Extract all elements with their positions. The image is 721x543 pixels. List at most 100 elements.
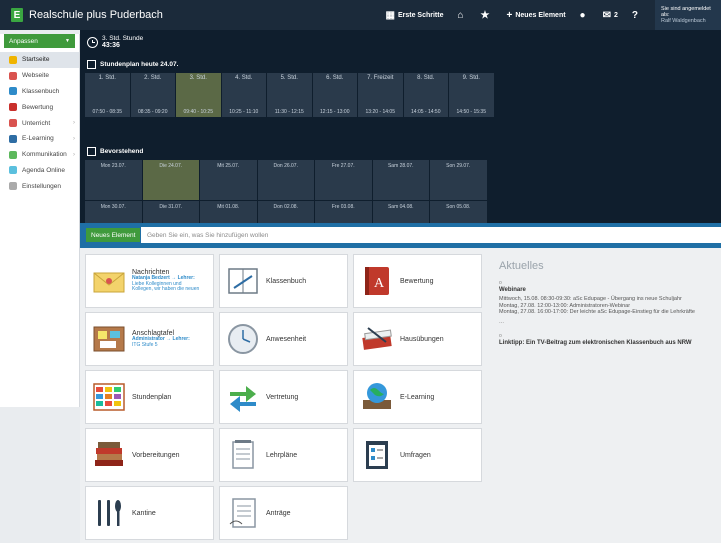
tile-anschlagtafel[interactable]: Anschlagtafel Administrator → Lehrer: IT… xyxy=(85,312,214,366)
tile-elearning[interactable]: E-Learning xyxy=(353,370,482,424)
tile-klassenbuch[interactable]: Klassenbuch xyxy=(219,254,348,308)
tile-bewertung[interactable]: A Bewertung xyxy=(353,254,482,308)
favorites-button[interactable]: ★ xyxy=(481,10,493,21)
settings-icon xyxy=(9,182,17,191)
tile-label: Klassenbuch xyxy=(266,277,307,285)
timetable-panel: 3. Std. Stunde 43:36 Stundenplan heute 2… xyxy=(80,30,721,241)
tile-label: Vertretung xyxy=(266,393,299,401)
tile-stundenplan[interactable]: Stundenplan xyxy=(85,370,214,424)
book-icon xyxy=(9,87,17,96)
day-cell[interactable]: Mon 23.07. xyxy=(85,160,142,200)
grade-icon xyxy=(9,103,17,112)
star-icon: ★ xyxy=(480,9,490,21)
help-button[interactable]: ? xyxy=(632,10,641,21)
elearning-icon xyxy=(9,134,17,143)
login-label: Sie sind angemeldet als: xyxy=(661,6,711,18)
news-item-line: Montag, 27.08. 16:00-17:00: Der leichte … xyxy=(499,309,695,315)
tile-label: Hausübungen xyxy=(400,335,444,343)
period-name: 8. Std. xyxy=(417,75,435,81)
day-label: Mit 01.08. xyxy=(217,204,240,210)
classbook-icon xyxy=(226,264,260,298)
period-cell[interactable]: 2. Std. 08:35 - 09:20 xyxy=(130,73,175,117)
tile-vertretung[interactable]: Vertretung xyxy=(219,370,348,424)
period-cell[interactable]: 9. Std. 14:50 - 15:35 xyxy=(449,73,494,117)
period-cell[interactable]: 6. Std. 12:15 - 13:00 xyxy=(312,73,357,117)
calendar-icon xyxy=(87,60,96,69)
sidebar-item-label: Klassenbuch xyxy=(22,87,60,95)
tile-antraege[interactable]: Anträge xyxy=(219,486,348,540)
tile-label: Lehrpläne xyxy=(266,451,298,459)
period-cell[interactable]: 3. Std. 09:40 - 10:25 xyxy=(176,73,221,117)
sidebar-item-kommunikation[interactable]: Kommunikation › xyxy=(0,147,79,163)
tile-nachrichten[interactable]: Nachrichten Natanja Bedzert → Lehrer: Li… xyxy=(85,254,214,308)
edupage-logo[interactable]: E xyxy=(11,8,23,22)
communication-icon xyxy=(9,150,17,159)
home-icon: ⌂ xyxy=(457,9,464,21)
sidebar-item-einstellungen[interactable]: Einstellungen xyxy=(0,178,79,194)
period-cell[interactable]: 7. Freizeit 13:20 - 14:05 xyxy=(358,73,403,117)
customize-button[interactable]: Anpassen ▼ xyxy=(4,34,75,48)
sidebar-item-label: Unterricht xyxy=(22,119,51,127)
period-cell[interactable]: 1. Std. 07:50 - 08:35 xyxy=(85,73,130,117)
tile-label: Anwesenheit xyxy=(266,335,307,343)
tile-umfragen[interactable]: Umfragen xyxy=(353,428,482,482)
svg-text:A: A xyxy=(374,276,385,291)
books-stack-icon xyxy=(92,438,126,472)
school-name[interactable]: Realschule plus Puderbach xyxy=(29,9,163,21)
day-cell[interactable]: Son 29.07. xyxy=(430,160,487,200)
news-panel: Aktuelles o Webinare Mittwoch, 15.08. 08… xyxy=(499,260,709,349)
new-element-button[interactable]: + Neues Element xyxy=(507,10,566,21)
tile-vorbereitungen[interactable]: Vorbereitungen xyxy=(85,428,214,482)
tile-lehrplaene[interactable]: Lehrpläne xyxy=(219,428,348,482)
messages-button[interactable]: ✉ 2 xyxy=(603,10,618,21)
tile-label: Anträge xyxy=(266,509,291,517)
tile-label: Umfragen xyxy=(400,451,431,459)
day-label: Fre 03.08. xyxy=(331,204,355,210)
tile-kantine[interactable]: Kantine xyxy=(85,486,214,540)
new-element-green-button[interactable]: Neues Element xyxy=(86,228,141,242)
login-info[interactable]: Sie sind angemeldet als: Ralf Waldgenbac… xyxy=(655,0,721,30)
home-button[interactable]: ⌂ xyxy=(458,10,467,21)
news-item-title[interactable]: Webinare xyxy=(499,287,709,293)
period-name: 9. Std. xyxy=(462,75,480,81)
sidebar-item-bewertung[interactable]: Bewertung xyxy=(0,99,79,115)
day-cell[interactable]: Die 24.07. xyxy=(142,160,199,200)
day-label: Sam 04.08. xyxy=(387,204,414,210)
period-cell[interactable]: 4. Std. 10:25 - 11:10 xyxy=(221,73,266,117)
sidebar-item-agenda-online[interactable]: Agenda Online xyxy=(0,163,79,179)
sidebar-item-e-learning[interactable]: E-Learning › xyxy=(0,131,79,147)
period-cell[interactable]: 8. Std. 14:05 - 14:50 xyxy=(403,73,448,117)
day-cell[interactable]: Mit 25.07. xyxy=(200,160,257,200)
message-preview-2: Kollegen, wir haben die neuen xyxy=(132,286,200,293)
notice-preview: ITG Stufe 5 xyxy=(132,341,158,348)
period-time: 09:40 - 10:25 xyxy=(183,109,213,115)
sidebar-item-label: Webseite xyxy=(22,72,49,80)
sidebar-item-webseite[interactable]: Webseite xyxy=(0,68,79,84)
homework-icon xyxy=(360,322,394,356)
sidebar-item-label: E-Learning xyxy=(22,135,54,143)
sidebar-item-unterricht[interactable]: Unterricht › xyxy=(0,115,79,131)
more-indicator[interactable]: ... xyxy=(499,319,709,325)
day-label: Die 24.07. xyxy=(159,163,183,169)
quick-add-bar: Neues Element xyxy=(80,223,721,248)
sidebar-item-startseite[interactable]: Startseite xyxy=(0,52,79,68)
globe-icon xyxy=(9,71,17,80)
chat-button[interactable]: ● xyxy=(580,10,589,21)
day-label: Son 05.08. xyxy=(446,204,471,210)
news-link-title[interactable]: Linktipp: Ein TV-Beitrag zum elektronisc… xyxy=(499,340,709,346)
timetable-icon xyxy=(92,380,126,414)
sidebar-item-klassenbuch[interactable]: Klassenbuch xyxy=(0,84,79,100)
period-cell[interactable]: 5. Std. 11:30 - 12:15 xyxy=(267,73,312,117)
day-label: Son 29.07. xyxy=(446,163,471,169)
sidebar-menu: Anpassen ▼ Startseite Webseite Klassenbuch… xyxy=(0,34,80,407)
day-cell[interactable]: Fre 27.07. xyxy=(315,160,372,200)
chevron-right-icon: › xyxy=(73,151,75,158)
day-cell[interactable]: Sam 28.07. xyxy=(372,160,429,200)
first-steps-button[interactable]: ▦ Erste Schritte xyxy=(386,10,444,21)
period-time: 08:35 - 09:20 xyxy=(138,109,168,115)
tile-anwesenheit[interactable]: Anwesenheit xyxy=(219,312,348,366)
tile-hausuebungen[interactable]: Hausübungen xyxy=(353,312,482,366)
day-cell[interactable]: Don 26.07. xyxy=(257,160,314,200)
new-element-label: Neues Element xyxy=(515,11,566,19)
quick-add-input[interactable] xyxy=(141,227,721,243)
